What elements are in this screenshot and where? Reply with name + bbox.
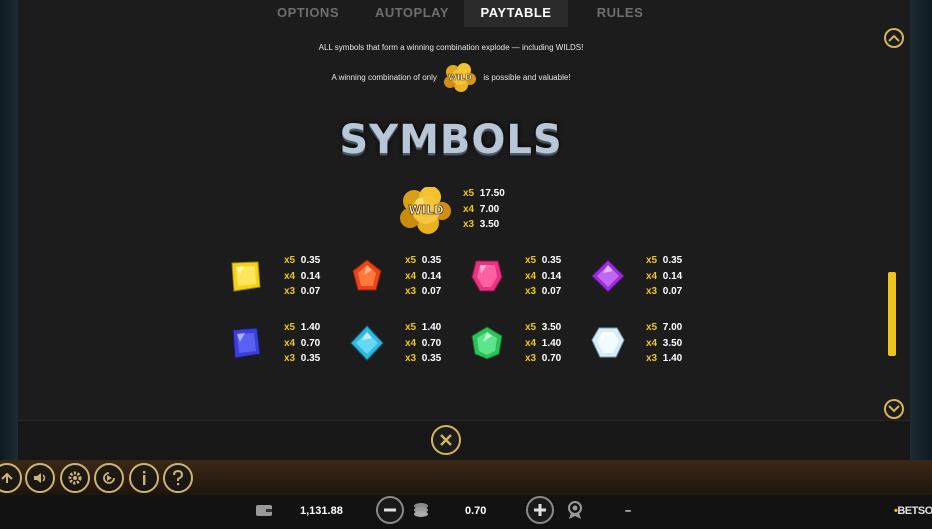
green-gem-icon — [471, 326, 503, 360]
minus-icon — [384, 508, 396, 512]
autoplay-button[interactable] — [94, 463, 124, 493]
plus-icon — [534, 504, 546, 516]
left-backdrop — [0, 0, 18, 460]
win-value: – — [625, 505, 632, 517]
wild-rule-text-before: A winning combination of only — [331, 73, 437, 83]
coins-icon — [414, 503, 428, 517]
scroll-down-button[interactable] — [884, 399, 904, 419]
explode-rule-text: ALL symbols that form a winning combinat… — [318, 43, 584, 52]
wallet-icon — [256, 505, 272, 516]
paytable-content: ALL symbols that form a winning combinat… — [18, 27, 910, 420]
white-diamond-paytable: x5 7.00 x4 3.50 x3 1.40 — [646, 322, 683, 364]
modal-footer — [18, 420, 910, 460]
pink-gem-paytable: x5 0.35 x4 0.14 x3 0.07 — [525, 255, 562, 297]
chevron-up-icon — [888, 34, 900, 42]
decrease-bet-button[interactable] — [376, 496, 404, 524]
wild-paytable: x5 17.50 x4 7.00 x3 3.50 — [463, 186, 505, 233]
pay-row: x3 3.50 — [463, 219, 500, 230]
pay-row: x5 17.50 — [463, 188, 505, 199]
home-icon — [1, 472, 13, 483]
paytable-modal: OPTIONS AUTOPLAY PAYTABLE RULES ALL symb… — [18, 0, 910, 460]
help-button[interactable] — [163, 463, 193, 493]
green-gem-paytable: x5 3.50 x4 1.40 x3 0.70 — [525, 322, 562, 364]
purple-gem-icon — [591, 259, 625, 293]
tab-options[interactable]: OPTIONS — [256, 0, 360, 27]
yellow-gem-paytable: x5 0.35 x4 0.14 x3 0.07 — [284, 255, 321, 297]
orange-gem-paytable: x5 0.35 x4 0.14 x3 0.07 — [405, 255, 442, 297]
wild-symbol-icon: WILD — [400, 187, 451, 234]
sound-button[interactable] — [25, 463, 55, 493]
scrollbar-thumb[interactable] — [888, 272, 896, 356]
help-icon — [173, 470, 184, 486]
badge-icon — [568, 501, 582, 519]
blue-gem-icon — [232, 327, 261, 359]
settings-button[interactable] — [60, 463, 90, 493]
autoplay-icon — [103, 472, 115, 484]
tab-rules[interactable]: RULES — [568, 0, 672, 27]
pink-gem-icon — [471, 260, 503, 292]
brand-logo: •BETSOFT — [894, 505, 932, 517]
wild-symbol-small-icon: WILD — [444, 63, 477, 93]
settings-icon — [68, 471, 82, 485]
cyan-gem-paytable: x5 1.40 x4 0.70 x3 0.35 — [405, 322, 442, 364]
close-paytable-button[interactable] — [431, 425, 461, 455]
increase-bet-button[interactable] — [526, 496, 554, 524]
pay-row: x4 7.00 — [463, 203, 500, 215]
symbols-section-title: SYMBOLS — [339, 117, 563, 163]
yellow-gem-icon — [231, 261, 261, 292]
right-backdrop — [910, 0, 932, 460]
chevron-down-icon — [888, 405, 900, 413]
orange-gem-icon — [352, 259, 382, 291]
wild-rule-line: A winning combination of only WILD is po… — [18, 63, 884, 93]
bet-value: 0.70 — [465, 505, 487, 517]
close-icon — [440, 434, 452, 446]
tab-paytable[interactable]: PAYTABLE — [464, 0, 568, 27]
balance-value: 1,131.88 — [300, 505, 343, 517]
info-icon — [143, 471, 146, 485]
white-diamond-icon — [591, 327, 625, 358]
scroll-up-button[interactable] — [884, 28, 904, 48]
blue-gem-paytable: x5 1.40 x4 0.70 x3 0.35 — [284, 322, 321, 364]
purple-gem-paytable: x5 0.35 x4 0.14 x3 0.07 — [646, 255, 683, 297]
info-button[interactable] — [129, 463, 159, 493]
cyan-gem-icon — [350, 325, 384, 361]
wild-rule-text-after: is possible and valuable! — [483, 73, 571, 83]
tab-autoplay[interactable]: AUTOPLAY — [360, 0, 464, 27]
wild-label: WILD — [408, 203, 443, 217]
wild-small-label: WILD — [448, 73, 472, 82]
tab-bar: OPTIONS AUTOPLAY PAYTABLE RULES — [18, 0, 910, 27]
sound-icon — [34, 473, 46, 483]
